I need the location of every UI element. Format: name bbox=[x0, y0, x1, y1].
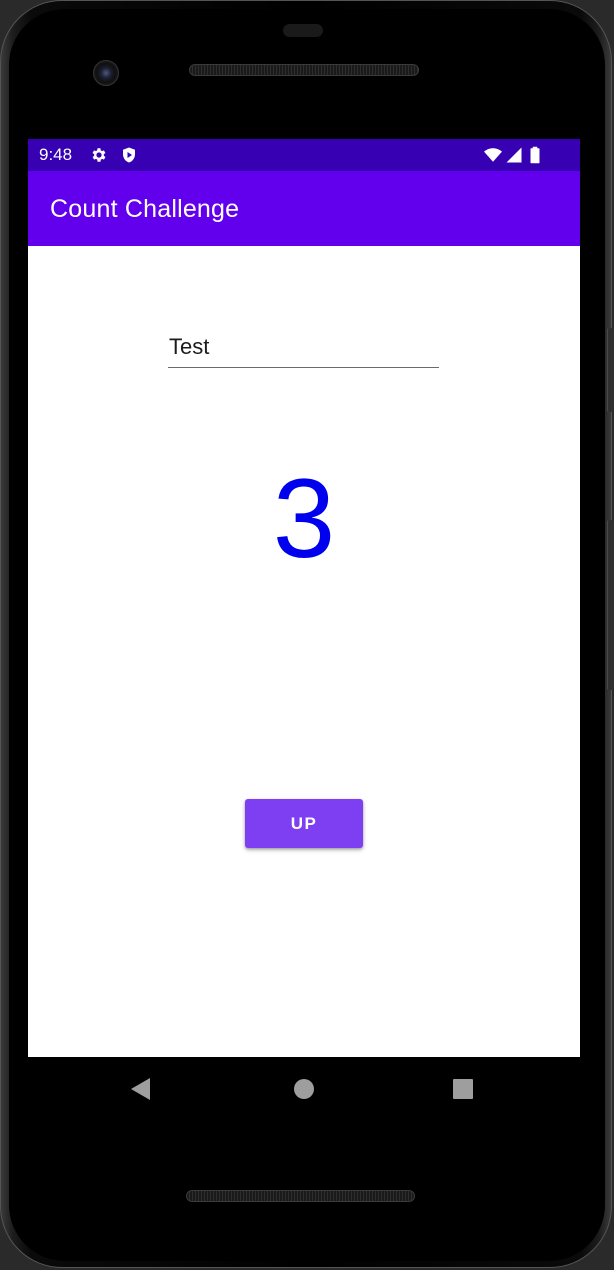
up-button[interactable]: UP bbox=[245, 799, 363, 848]
cellular-signal-icon bbox=[506, 147, 522, 163]
status-bar: 9:48 bbox=[28, 139, 580, 171]
top-speaker-grille bbox=[189, 64, 419, 76]
status-time: 9:48 bbox=[39, 145, 73, 164]
volume-rocker[interactable] bbox=[607, 520, 614, 690]
battery-icon bbox=[530, 146, 540, 164]
page: 9:48 Count Challenge Test 3 UP bbox=[0, 0, 614, 1270]
name-text-field[interactable]: Test bbox=[168, 332, 439, 368]
earpiece bbox=[283, 24, 323, 37]
navigation-bar bbox=[28, 1057, 580, 1121]
wifi-icon bbox=[484, 148, 502, 162]
power-button[interactable] bbox=[607, 328, 614, 412]
device-screen: 9:48 Count Challenge Test 3 UP bbox=[28, 139, 580, 1057]
settings-gear-icon bbox=[92, 148, 106, 162]
app-bar: Count Challenge bbox=[28, 171, 580, 246]
app-title: Count Challenge bbox=[50, 195, 240, 223]
recents-icon[interactable] bbox=[453, 1079, 473, 1099]
bottom-speaker-grille bbox=[186, 1190, 415, 1202]
front-camera-icon bbox=[93, 60, 119, 86]
back-icon[interactable] bbox=[131, 1078, 150, 1100]
home-icon[interactable] bbox=[294, 1079, 314, 1099]
text-field-value: Test bbox=[169, 334, 210, 359]
count-display: 3 bbox=[272, 456, 336, 581]
shield-play-icon bbox=[123, 147, 135, 163]
